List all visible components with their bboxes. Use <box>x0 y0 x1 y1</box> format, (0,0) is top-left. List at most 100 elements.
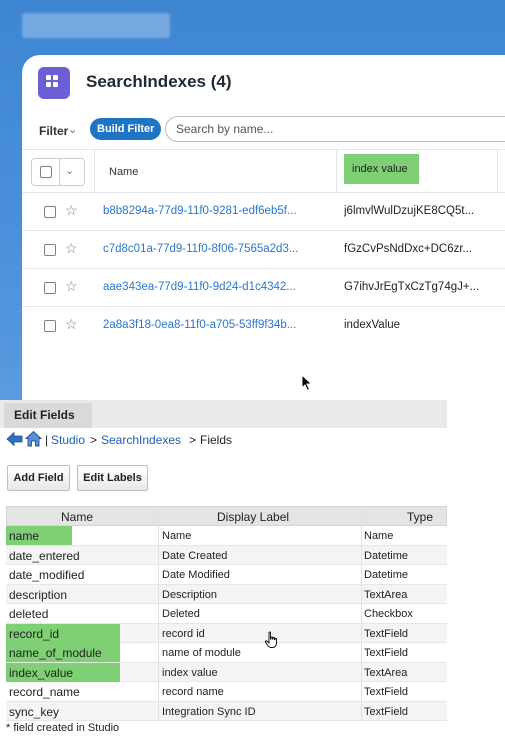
field-display-label: record id <box>162 627 205 640</box>
field-display-label: Date Created <box>162 549 228 562</box>
field-row[interactable]: deleted Deleted Checkbox <box>6 604 447 624</box>
index-value-cell: G7ihvJrEgTxCzTg74gJ+... <box>344 281 480 293</box>
column-divider <box>336 150 337 194</box>
field-display-label: Name <box>162 530 192 542</box>
blurred-window-title <box>22 13 170 38</box>
field-name[interactable]: date_modified <box>9 568 84 582</box>
column-divider <box>361 506 362 721</box>
chevron-down-icon[interactable]: ⌄ <box>68 123 77 136</box>
field-type: Datetime <box>364 549 409 562</box>
field-row[interactable]: record_id record id TextField <box>6 623 447 643</box>
field-display-label: record name <box>162 686 224 698</box>
record-link[interactable]: aae343ea-77d9-11f0-9d24-d1c4342... <box>103 281 329 293</box>
breadcrumb-separator: | <box>45 433 49 447</box>
field-row[interactable]: date_entered Date Created Datetime <box>6 545 447 565</box>
column-divider <box>158 506 159 721</box>
index-value-cell: indexValue <box>344 319 401 331</box>
breadcrumb-separator: > <box>189 433 197 447</box>
studio-footnote: * field created in Studio <box>6 722 120 734</box>
filter-dropdown[interactable]: Filter <box>39 124 68 138</box>
build-filter-button[interactable]: Build Filter <box>90 118 162 140</box>
row-checkbox[interactable] <box>44 320 56 332</box>
index-value-cell: j6lmvlWulDzujKE8CQ5t... <box>344 205 475 217</box>
field-name[interactable]: record_name <box>9 685 80 699</box>
filter-bar: Filter ⌄ Build Filter <box>22 115 505 149</box>
index-value-cell: fGzCvPsNdDxc+DC6zr... <box>344 243 473 255</box>
studio-tab-bar: Edit Fields <box>0 400 447 428</box>
column-divider <box>94 150 95 194</box>
record-link[interactable]: c7d8c01a-77d9-11f0-8f06-7565a2d3... <box>103 243 329 255</box>
column-header-index-value[interactable]: index value <box>344 154 419 184</box>
star-icon[interactable]: ☆ <box>65 316 78 333</box>
field-type: TextArea <box>364 666 408 679</box>
field-name[interactable]: date_entered <box>9 549 80 563</box>
home-icon[interactable] <box>25 430 42 447</box>
add-field-button[interactable]: Add Field <box>7 465 70 491</box>
field-name[interactable]: description <box>9 588 67 602</box>
row-checkbox[interactable] <box>44 244 56 256</box>
column-divider <box>497 150 498 194</box>
hand-pointer-icon <box>264 631 277 648</box>
breadcrumb-separator: > <box>90 433 98 447</box>
field-name[interactable]: deleted <box>9 607 48 621</box>
field-type: Name <box>364 530 394 542</box>
table-row: ☆ c7d8c01a-77d9-11f0-8f06-7565a2d3... fG… <box>22 231 505 269</box>
list-view-card: SearchIndexes (4) Filter ⌄ Build Filter … <box>22 55 505 400</box>
field-row[interactable]: sync_key Integration Sync ID TextField <box>6 701 447 721</box>
star-icon[interactable]: ☆ <box>65 240 78 257</box>
field-name[interactable]: name_of_module <box>9 646 102 660</box>
field-display-label: index value <box>162 666 218 679</box>
breadcrumb-module-link[interactable]: SearchIndexes <box>101 433 181 447</box>
field-name[interactable]: index_value <box>9 666 73 680</box>
column-header-name[interactable]: Name <box>109 166 138 178</box>
field-row[interactable]: name_of_module name of module TextField <box>6 643 447 663</box>
fields-table-header: Name Display Label Type <box>6 506 447 526</box>
record-link[interactable]: b8b8294a-77d9-11f0-9281-edf6eb5f... <box>103 205 329 217</box>
mouse-pointer-icon <box>301 374 313 392</box>
field-type: Datetime <box>364 569 409 581</box>
field-row[interactable]: date_modified Date Modified Datetime <box>6 565 447 585</box>
table-row: ☆ aae343ea-77d9-11f0-9d24-d1c4342... G7i… <box>22 269 505 307</box>
breadcrumb-studio-link[interactable]: Studio <box>51 433 85 447</box>
field-type: TextArea <box>364 588 408 601</box>
field-display-label: Date Modified <box>162 569 230 581</box>
field-row[interactable]: index_value index value TextArea <box>6 662 447 682</box>
card-header: SearchIndexes (4) <box>22 55 505 115</box>
field-display-label: Description <box>162 588 218 601</box>
field-name[interactable]: record_id <box>9 627 59 641</box>
field-display-label: Integration Sync ID <box>162 705 256 718</box>
back-arrow-icon[interactable] <box>6 431 23 447</box>
column-header-type[interactable]: Type <box>407 510 433 524</box>
grid-icon[interactable] <box>38 67 70 99</box>
row-checkbox[interactable] <box>44 206 56 218</box>
bulk-select-control[interactable]: ⌄ <box>31 158 85 186</box>
table-row: ☆ 2a8a3f18-0ea8-11f0-a705-53ff9f34b... i… <box>22 307 505 345</box>
field-row[interactable]: record_name record name TextField <box>6 682 447 702</box>
page-title: SearchIndexes (4) <box>86 72 232 91</box>
table-header: ⌄ Name index value <box>22 149 505 194</box>
field-type: Checkbox <box>364 608 413 620</box>
field-type: TextField <box>364 705 409 718</box>
column-header-display-label[interactable]: Display Label <box>217 510 289 524</box>
divider <box>59 159 60 185</box>
breadcrumb-current: Fields <box>200 433 233 447</box>
table-row: ☆ b8b8294a-77d9-11f0-9281-edf6eb5f... j6… <box>22 193 505 231</box>
field-type: TextField <box>364 627 409 640</box>
field-row[interactable]: description Description TextArea <box>6 584 447 604</box>
row-checkbox[interactable] <box>44 282 56 294</box>
field-type: TextField <box>364 647 409 659</box>
chevron-down-icon[interactable]: ⌄ <box>65 164 74 177</box>
field-name[interactable]: sync_key <box>9 705 59 719</box>
select-all-checkbox[interactable] <box>40 166 52 178</box>
star-icon[interactable]: ☆ <box>65 278 78 295</box>
record-link[interactable]: 2a8a3f18-0ea8-11f0-a705-53ff9f34b... <box>103 319 329 331</box>
field-type: TextField <box>364 686 409 698</box>
field-row[interactable]: name Name Name <box>6 526 447 546</box>
column-header-name[interactable]: Name <box>61 510 93 524</box>
tab-edit-fields[interactable]: Edit Fields <box>4 403 92 428</box>
star-icon[interactable]: ☆ <box>65 202 78 219</box>
field-name[interactable]: name <box>9 529 39 543</box>
field-display-label: Deleted <box>162 608 200 620</box>
edit-labels-button[interactable]: Edit Labels <box>77 465 148 491</box>
search-input[interactable] <box>165 116 505 142</box>
